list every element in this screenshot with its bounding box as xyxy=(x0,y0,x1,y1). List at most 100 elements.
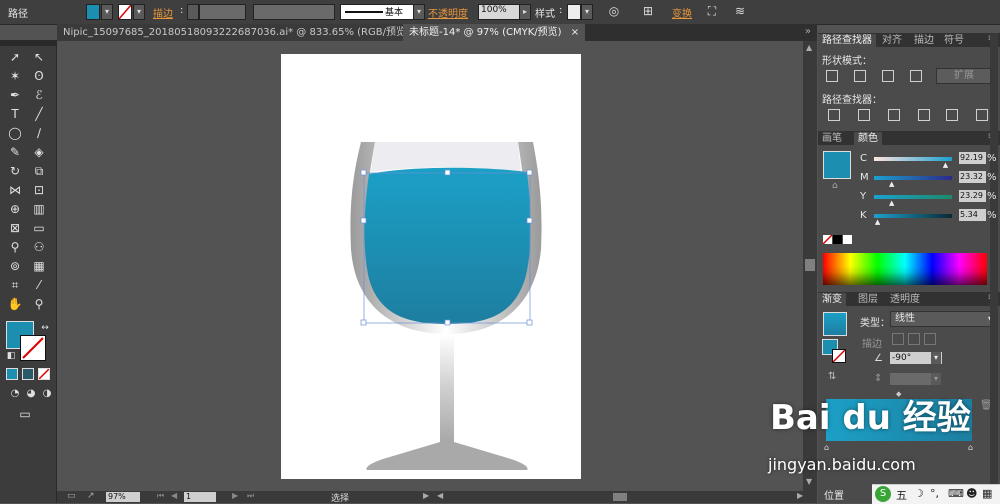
tab-pathfinder[interactable]: 路径查找器 xyxy=(818,34,876,47)
paintbrush-icon[interactable]: ∕ xyxy=(30,125,48,141)
ellipse-tool-icon[interactable]: ◯ xyxy=(6,125,24,141)
pencil-icon[interactable]: ✎ xyxy=(6,144,24,160)
channel-slider-thumb[interactable]: ▲ xyxy=(889,180,894,188)
default-colors-icon[interactable]: ◧ xyxy=(2,348,20,364)
trim-icon[interactable] xyxy=(858,109,870,121)
next-artboard-icon[interactable]: ▶ xyxy=(232,491,238,500)
brush-dropdown[interactable]: ▾ xyxy=(413,4,425,20)
stroke-within-icon[interactable] xyxy=(892,333,904,345)
screen-mode-icon[interactable]: ▭ xyxy=(16,406,34,422)
merge-icon[interactable] xyxy=(888,109,900,121)
tab-nipic-document[interactable]: Nipic_15097685_20180518093222687036.ai* … xyxy=(57,24,427,41)
angle-dropdown-icon[interactable]: ▾ xyxy=(931,352,941,364)
stroke-swatch[interactable] xyxy=(118,4,132,20)
stroke-dropdown[interactable]: ▾ xyxy=(133,4,145,20)
free-transform-icon[interactable]: ⊡ xyxy=(30,182,48,198)
stroke-weight-label[interactable]: 描边 xyxy=(153,5,173,20)
channel-slider-thumb[interactable]: ▲ xyxy=(943,161,948,169)
tab-gradient[interactable]: 渐变 xyxy=(818,293,846,306)
sogou-logo-icon[interactable]: S xyxy=(875,486,891,502)
gradient-stroke-box[interactable] xyxy=(832,349,846,363)
exclude-icon[interactable] xyxy=(910,70,922,82)
channel-value-input[interactable]: 92.19 xyxy=(959,152,986,164)
gradient-type-select[interactable]: 线性 ▾ xyxy=(890,311,996,327)
stroke-across-icon[interactable] xyxy=(924,333,936,345)
outline-icon[interactable] xyxy=(946,109,958,121)
share-icon[interactable]: ↗ xyxy=(87,491,95,501)
divide-icon[interactable] xyxy=(828,109,840,121)
scale-tool-icon[interactable]: ⧉ xyxy=(30,163,48,179)
align-icon[interactable]: ⊞ xyxy=(640,4,656,18)
channel-value-input[interactable]: 23.32 xyxy=(959,171,986,183)
scroll-down-icon[interactable]: ▼ xyxy=(806,477,812,486)
chart-tool-icon[interactable]: ▥ xyxy=(30,201,48,217)
brush-definition[interactable]: 基本 xyxy=(340,4,414,20)
scroll-thumb[interactable] xyxy=(805,259,815,271)
channel-slider-thumb[interactable]: ▲ xyxy=(875,218,880,226)
out-of-gamut-icon[interactable]: ⌂ xyxy=(832,181,838,191)
gradient-tool-icon[interactable]: ▭ xyxy=(30,220,48,236)
draw-inside-icon[interactable]: ◑ xyxy=(38,386,56,402)
eyedropper-icon[interactable]: ⚲ xyxy=(6,239,24,255)
artboard-nav-icon[interactable]: ▭ xyxy=(67,491,76,501)
color-spectrum[interactable] xyxy=(823,253,987,285)
rotate-tool-icon[interactable]: ↻ xyxy=(6,163,24,179)
white-swatch[interactable] xyxy=(843,235,852,244)
channel-value-input[interactable]: 23.29 xyxy=(959,190,986,202)
symbol-sprayer-icon[interactable]: ⊚ xyxy=(6,258,24,274)
channel-slider[interactable] xyxy=(874,195,952,199)
type-tool-icon[interactable]: T xyxy=(6,106,24,122)
tab-untitled-14[interactable]: 未标题-14* @ 97% (CMYK/预览) × xyxy=(403,24,585,41)
none-mode-icon[interactable] xyxy=(38,368,50,380)
selection-tool-icon[interactable]: ➚ xyxy=(6,49,24,65)
fill-swatch-large[interactable] xyxy=(823,151,851,179)
h-scroll-thumb[interactable] xyxy=(613,493,627,501)
hand-tool-icon[interactable]: ✋ xyxy=(6,296,24,312)
width-tool-icon[interactable]: ⋈ xyxy=(6,182,24,198)
tab-overflow-icon[interactable]: » xyxy=(805,26,811,37)
tab-stroke[interactable]: 描边 xyxy=(910,34,938,47)
intersect-icon[interactable] xyxy=(882,70,894,82)
menu-icon[interactable]: ≋ xyxy=(732,4,748,18)
grid-icon[interactable]: ▦ xyxy=(982,487,992,500)
tab-layers[interactable]: 图层 xyxy=(854,293,882,306)
channel-slider-thumb[interactable]: ▲ xyxy=(889,199,894,207)
column-graph-icon[interactable]: ▦ xyxy=(30,258,48,274)
first-artboard-icon[interactable]: ⏮ xyxy=(157,491,164,501)
fill-swatch[interactable] xyxy=(86,4,100,20)
prev-artboard-icon[interactable]: ◀ xyxy=(171,491,177,500)
color-mode-icon[interactable] xyxy=(6,368,18,380)
close-icon[interactable]: × xyxy=(571,27,579,38)
fill-dropdown[interactable]: ▾ xyxy=(101,4,113,20)
stroke-weight-stepper[interactable] xyxy=(187,4,199,20)
artboard-number-input[interactable]: 1 xyxy=(184,492,216,502)
transform-link[interactable]: 变换 xyxy=(672,5,692,20)
shape-builder-icon[interactable]: ⊕ xyxy=(6,201,24,217)
tab-symbols[interactable]: 符号 xyxy=(940,34,968,47)
gradient-mode-icon[interactable] xyxy=(22,368,34,380)
slice-tool-icon[interactable]: ⁄ xyxy=(30,277,48,293)
crop-icon[interactable] xyxy=(918,109,930,121)
reverse-gradient-icon[interactable]: ⇅ xyxy=(828,371,836,382)
expand-button[interactable]: 扩展 xyxy=(936,68,992,84)
channel-slider[interactable] xyxy=(874,157,952,161)
scroll-right-icon[interactable]: ▶ xyxy=(797,491,803,500)
status-menu-icon[interactable]: ▶ xyxy=(423,491,429,500)
scroll-left-icon[interactable]: ◀ xyxy=(437,491,443,500)
opacity-dropdown[interactable]: ▸ xyxy=(519,4,531,20)
zoom-input[interactable]: 97% xyxy=(106,492,140,502)
recolor-artwork-icon[interactable]: ◎ xyxy=(606,4,622,18)
tab-color[interactable]: 颜色 xyxy=(854,132,882,145)
curvature-tool-icon[interactable]: ℰ xyxy=(30,87,48,103)
pen-tool-icon[interactable]: ✒ xyxy=(6,87,24,103)
eraser-icon[interactable]: ◈ xyxy=(30,144,48,160)
dock-scrollbar[interactable] xyxy=(990,33,998,503)
channel-slider[interactable] xyxy=(874,214,952,218)
tab-align[interactable]: 对齐 xyxy=(878,34,906,47)
minus-front-icon[interactable] xyxy=(854,70,866,82)
moon-icon[interactable]: ☽ xyxy=(914,487,924,500)
zoom-tool-icon[interactable]: ⚲ xyxy=(30,296,48,312)
stroke-color-box[interactable] xyxy=(20,335,46,361)
variable-width-profile[interactable] xyxy=(253,4,335,20)
line-tool-icon[interactable]: ╱ xyxy=(30,106,48,122)
